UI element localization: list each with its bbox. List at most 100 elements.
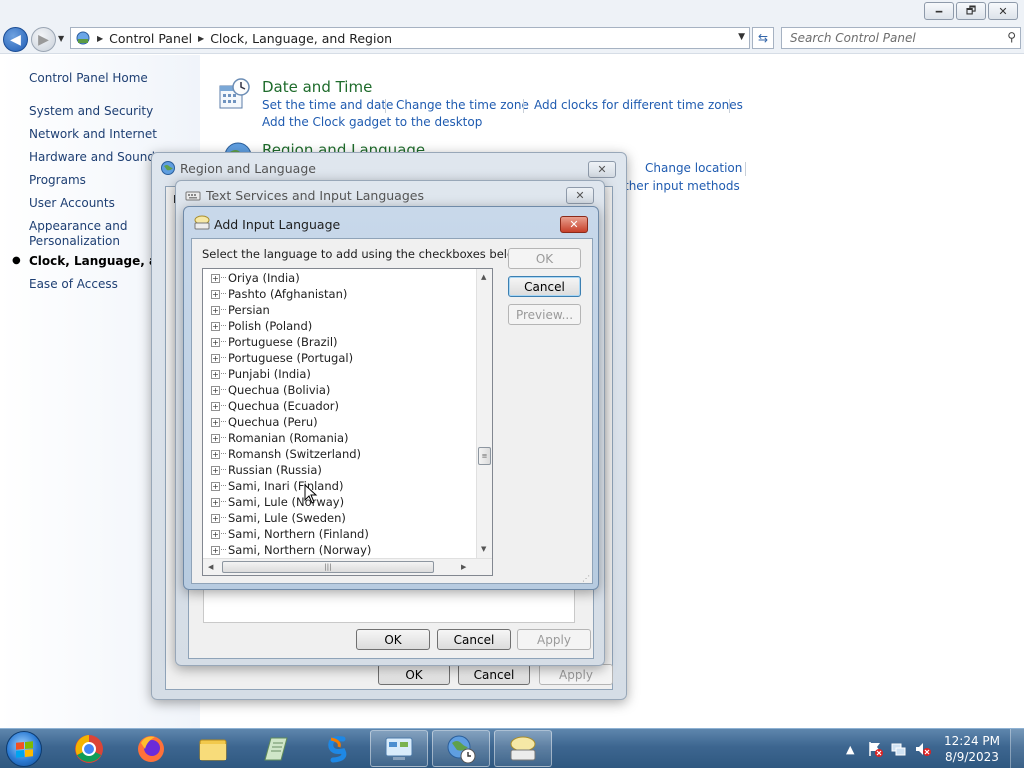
- language-tree-item[interactable]: + Sami, Northern (Finland): [203, 526, 473, 542]
- preview-button[interactable]: Preview...: [508, 304, 581, 325]
- recent-pages-dropdown[interactable]: ▼: [58, 34, 64, 43]
- scroll-right-arrow-icon[interactable]: ▶: [461, 563, 466, 571]
- other-input-methods-link[interactable]: ther input methods: [624, 179, 740, 193]
- expand-plus-icon[interactable]: +: [211, 545, 220, 555]
- cancel-button[interactable]: Cancel: [437, 629, 511, 650]
- language-tree-item[interactable]: + Quechua (Ecuador): [203, 398, 473, 414]
- expand-plus-icon[interactable]: +: [211, 481, 220, 491]
- language-tree-item[interactable]: + Oriya (India): [203, 270, 473, 286]
- language-tree-item[interactable]: + Quechua (Bolivia): [203, 382, 473, 398]
- app-s-taskbar-button[interactable]: [308, 730, 366, 767]
- show-desktop-button[interactable]: [1010, 729, 1024, 768]
- action-center-icon[interactable]: [866, 741, 884, 757]
- language-tree-item[interactable]: + Sami, Northern (Norway): [203, 542, 473, 558]
- expand-plus-icon[interactable]: +: [211, 497, 220, 507]
- text-services-taskbar-button[interactable]: [494, 730, 552, 767]
- expand-plus-icon[interactable]: +: [211, 433, 220, 443]
- nav-network-internet[interactable]: Network and Internet: [29, 127, 157, 142]
- expand-plus-icon[interactable]: +: [211, 401, 220, 411]
- language-tree-item[interactable]: + Polish (Poland): [203, 318, 473, 334]
- nav-system-security[interactable]: System and Security: [29, 104, 153, 119]
- expand-plus-icon[interactable]: +: [211, 449, 220, 459]
- expand-plus-icon[interactable]: +: [211, 513, 220, 523]
- maximize-button[interactable]: 🗗: [956, 2, 986, 20]
- horizontal-scrollbar[interactable]: ◀ ||| ▶: [203, 558, 492, 575]
- nav-appearance-line2[interactable]: Personalization: [29, 234, 120, 249]
- close-button[interactable]: ✕: [988, 2, 1018, 20]
- network-icon[interactable]: [890, 741, 908, 757]
- scroll-up-arrow-icon[interactable]: ▲: [481, 273, 486, 281]
- close-button[interactable]: ✕: [566, 187, 594, 204]
- expand-plus-icon[interactable]: +: [211, 353, 220, 363]
- language-tree-list[interactable]: + Oriya (India) + Pashto (Afghanistan) + Pers…: [202, 268, 493, 576]
- expand-plus-icon[interactable]: +: [211, 529, 220, 539]
- ok-button[interactable]: OK: [356, 629, 430, 650]
- language-tree-item[interactable]: + Portuguese (Brazil): [203, 334, 473, 350]
- date-time-title[interactable]: Date and Time: [262, 78, 372, 96]
- horizontal-scroll-thumb[interactable]: |||: [222, 561, 434, 573]
- language-tree-item[interactable]: + Punjabi (India): [203, 366, 473, 382]
- search-icon[interactable]: ⚲: [1007, 30, 1016, 44]
- minimize-button[interactable]: 🗕: [924, 2, 954, 20]
- language-tree-item[interactable]: + Sami, Lule (Norway): [203, 494, 473, 510]
- scroll-left-arrow-icon[interactable]: ◀: [208, 563, 213, 571]
- ok-button[interactable]: OK: [378, 664, 450, 685]
- nav-appearance-line1[interactable]: Appearance and: [29, 219, 127, 234]
- add-clock-gadget-link[interactable]: Add the Clock gadget to the desktop: [262, 115, 482, 129]
- address-bar[interactable]: ▶ Control Panel ▶ Clock, Language, and R…: [70, 27, 750, 49]
- language-tree-item[interactable]: + Persian: [203, 302, 473, 318]
- vertical-scrollbar[interactable]: ▲ ≡ ▼: [476, 269, 492, 559]
- language-tree-item[interactable]: + Sami, Inari (Finland): [203, 478, 473, 494]
- chrome-taskbar-button[interactable]: [60, 730, 118, 767]
- expand-plus-icon[interactable]: +: [211, 417, 220, 427]
- change-time-zone-link[interactable]: Change the time zone: [396, 98, 529, 112]
- scroll-down-arrow-icon[interactable]: ▼: [481, 545, 486, 553]
- control-panel-home-link[interactable]: Control Panel Home: [29, 71, 148, 86]
- show-hidden-icons-button[interactable]: ▲: [846, 729, 854, 768]
- nav-programs[interactable]: Programs: [29, 173, 86, 188]
- vertical-scroll-thumb[interactable]: ≡: [478, 447, 491, 465]
- nav-user-accounts[interactable]: User Accounts: [29, 196, 115, 211]
- close-button[interactable]: ✕: [588, 161, 616, 178]
- region-language-taskbar-button[interactable]: [432, 730, 490, 767]
- expand-plus-icon[interactable]: +: [211, 465, 220, 475]
- expand-plus-icon[interactable]: +: [211, 305, 220, 315]
- forward-button[interactable]: ▶: [31, 27, 56, 52]
- back-button[interactable]: ◀: [3, 27, 28, 52]
- nav-ease-of-access[interactable]: Ease of Access: [29, 277, 118, 292]
- volume-muted-icon[interactable]: [914, 741, 932, 757]
- apply-button[interactable]: Apply: [517, 629, 591, 650]
- control-panel-taskbar-button[interactable]: [370, 730, 428, 767]
- ok-button[interactable]: OK: [508, 248, 581, 269]
- address-dropdown-icon[interactable]: ▼: [738, 32, 745, 42]
- change-location-link[interactable]: Change location: [645, 161, 742, 175]
- start-button[interactable]: [6, 731, 42, 767]
- expand-plus-icon[interactable]: +: [211, 369, 220, 379]
- expand-plus-icon[interactable]: +: [211, 385, 220, 395]
- set-time-date-link[interactable]: Set the time and date: [262, 98, 393, 112]
- breadcrumb-control-panel[interactable]: Control Panel: [109, 31, 192, 46]
- search-input[interactable]: Search Control Panel ⚲: [781, 27, 1021, 49]
- language-tree-item[interactable]: + Sami, Lule (Sweden): [203, 510, 473, 526]
- cancel-button[interactable]: Cancel: [508, 276, 581, 297]
- language-tree-item[interactable]: + Pashto (Afghanistan): [203, 286, 473, 302]
- expand-plus-icon[interactable]: +: [211, 321, 220, 331]
- language-tree-item[interactable]: + Romanian (Romania): [203, 430, 473, 446]
- close-button[interactable]: ✕: [560, 216, 588, 233]
- cancel-button[interactable]: Cancel: [458, 664, 530, 685]
- nav-hardware-sound[interactable]: Hardware and Sound: [29, 150, 155, 165]
- language-tree-item[interactable]: + Portuguese (Portugal): [203, 350, 473, 366]
- file-explorer-taskbar-button[interactable]: [184, 730, 242, 767]
- language-tree-item[interactable]: + Quechua (Peru): [203, 414, 473, 430]
- language-tree-item[interactable]: + Romansh (Switzerland): [203, 446, 473, 462]
- system-clock[interactable]: 12:24 PM 8/9/2023: [940, 733, 1004, 765]
- expand-plus-icon[interactable]: +: [211, 337, 220, 347]
- apply-button[interactable]: Apply: [539, 664, 613, 685]
- notepad-taskbar-button[interactable]: [246, 730, 304, 767]
- expand-plus-icon[interactable]: +: [211, 289, 220, 299]
- firefox-taskbar-button[interactable]: [122, 730, 180, 767]
- expand-plus-icon[interactable]: +: [211, 273, 220, 283]
- add-clocks-link[interactable]: Add clocks for different time zones: [534, 98, 743, 112]
- refresh-button[interactable]: ⇆: [752, 27, 774, 49]
- breadcrumb-clock-language-region[interactable]: Clock, Language, and Region: [210, 31, 392, 46]
